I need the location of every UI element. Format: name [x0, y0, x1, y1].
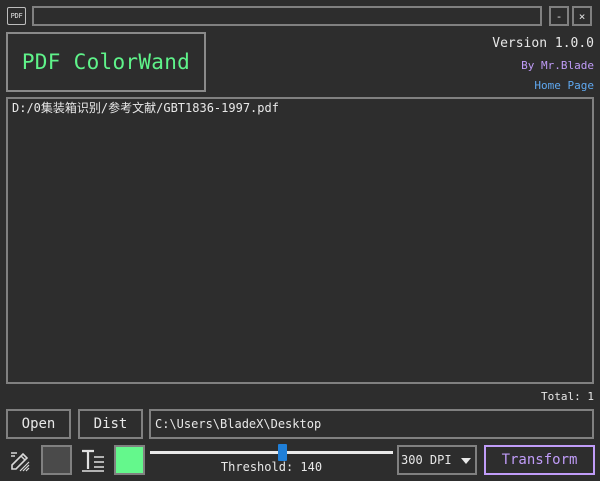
- open-button[interactable]: Open: [6, 409, 71, 439]
- total-count-label: Total: 1: [541, 390, 594, 403]
- file-list[interactable]: D:/0集装箱识别/参考文献/GBT1836-1997.pdf: [6, 97, 594, 384]
- close-button[interactable]: ×: [572, 6, 592, 26]
- app-logo: PDF ColorWand: [6, 32, 206, 92]
- threshold-label: Threshold: 140: [220, 460, 323, 474]
- slider-track[interactable]: [150, 451, 393, 454]
- pen-eraser-icon[interactable]: [8, 449, 34, 473]
- minimize-button[interactable]: -: [549, 6, 569, 26]
- text-format-icon[interactable]: [80, 447, 106, 473]
- chevron-down-icon[interactable]: [461, 458, 471, 464]
- dpi-selected-value: 300 DPI: [401, 453, 452, 467]
- title-bar-field[interactable]: [32, 6, 542, 26]
- file-list-item[interactable]: D:/0集装箱识别/参考文献/GBT1836-1997.pdf: [12, 101, 588, 116]
- author-label: By Mr.Blade: [521, 59, 594, 72]
- foreground-color-swatch[interactable]: [114, 445, 145, 475]
- background-color-swatch[interactable]: [41, 445, 72, 475]
- slider-thumb[interactable]: [278, 444, 287, 461]
- version-label: Version 1.0.0: [492, 36, 594, 51]
- app-icon: PDF: [7, 7, 26, 25]
- transform-button[interactable]: Transform: [484, 445, 595, 475]
- home-page-link[interactable]: Home Page: [534, 79, 594, 92]
- dpi-select[interactable]: 300 DPI: [397, 445, 477, 475]
- output-path-field[interactable]: C:\Users\BladeX\Desktop: [149, 409, 594, 439]
- dist-button[interactable]: Dist: [78, 409, 143, 439]
